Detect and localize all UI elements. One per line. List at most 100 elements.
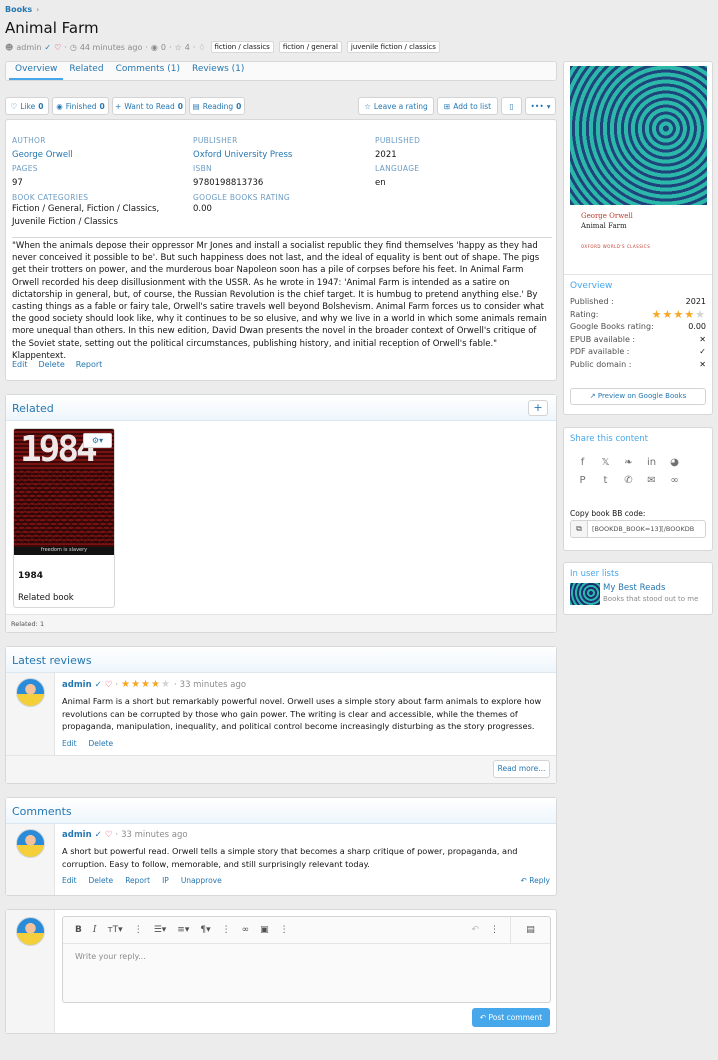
comment-unapprove-link[interactable]: Unapprove xyxy=(181,876,222,885)
list-icon[interactable]: ☰▾ xyxy=(154,925,167,935)
tag-fiction-classics[interactable]: fiction / classics xyxy=(210,41,274,53)
reply-icon: ↶ xyxy=(520,876,527,885)
tab-related[interactable]: Related xyxy=(63,64,109,80)
comment-report-link[interactable]: Report xyxy=(125,876,150,885)
gear-icon[interactable]: ⚙▾ xyxy=(83,433,112,448)
review-delete-link[interactable]: Delete xyxy=(89,739,114,748)
publisher-link[interactable]: Oxford University Press xyxy=(193,150,292,160)
facebook-icon[interactable]: f xyxy=(575,457,590,468)
related-book-title[interactable]: 1984 xyxy=(18,571,43,581)
related-book-card[interactable]: 1984 freedom is slavery ⚙▾ 1984 Related … xyxy=(13,428,115,608)
list-thumbnail[interactable] xyxy=(570,583,600,605)
text-size-icon[interactable]: тT▾ xyxy=(107,925,122,935)
reddit-icon[interactable]: ◕ xyxy=(667,457,682,468)
list-description: Books that stood out to me xyxy=(603,595,699,603)
epub-cross-icon: ✕ xyxy=(699,334,706,344)
preview-google-books-button[interactable]: ↗ Preview on Google Books xyxy=(570,388,706,405)
report-link[interactable]: Report xyxy=(76,360,103,369)
want-to-read-button[interactable]: + Want to Read 0 xyxy=(112,97,186,115)
comment-edit-link[interactable]: Edit xyxy=(62,876,77,885)
avatar[interactable] xyxy=(16,678,45,707)
delete-link[interactable]: Delete xyxy=(39,360,65,369)
star-empty-icon: ★ xyxy=(695,307,706,321)
bold-icon[interactable]: B xyxy=(75,925,82,935)
action-bar: ♡ Like 0 ◉ Finished 0 + Want to Read 0 ▤ Readin… xyxy=(5,97,557,115)
whatsapp-icon[interactable]: ✆ xyxy=(621,475,636,486)
tab-reviews[interactable]: Reviews (1) xyxy=(186,64,250,80)
breadcrumb[interactable]: Books › xyxy=(5,5,39,14)
edit-link[interactable]: Edit xyxy=(12,360,28,369)
more-vertical-icon[interactable]: ⋮ xyxy=(280,925,289,935)
google-rating-value: 0.00 xyxy=(688,322,706,331)
pdf-label: PDF available : xyxy=(570,347,630,356)
add-related-button[interactable]: + xyxy=(528,400,548,416)
author-link[interactable]: George Orwell xyxy=(12,150,73,160)
undo-icon[interactable]: ↶ xyxy=(471,925,479,935)
email-icon[interactable]: ✉ xyxy=(644,475,659,486)
leave-rating-button[interactable]: ☆ Leave a rating xyxy=(358,97,434,115)
star-icon: ☆ xyxy=(364,101,371,111)
avatar[interactable] xyxy=(16,829,45,858)
x-icon[interactable]: 𝕏 xyxy=(598,457,613,468)
read-more-button[interactable]: Read more... xyxy=(493,760,550,778)
author-link[interactable]: admin xyxy=(16,43,41,52)
add-list-icon: ⊞ xyxy=(443,101,451,111)
avatar[interactable] xyxy=(16,917,45,946)
related-book-subtitle: Related book xyxy=(18,593,74,603)
bookmark-button[interactable]: ▯ xyxy=(501,97,522,115)
tumblr-icon[interactable]: t xyxy=(598,475,613,486)
more-vertical-icon[interactable]: ⋮ xyxy=(490,925,499,935)
tag-fiction-general[interactable]: fiction / general xyxy=(278,41,342,53)
eye-icon: ◉ xyxy=(150,42,158,52)
tag-juvenile-fiction[interactable]: juvenile fiction / classics xyxy=(346,41,440,53)
bbcode-value[interactable]: [BOOKDB_BOOK=13][/BOOKDB xyxy=(588,521,694,537)
verified-icon: ✓ xyxy=(94,679,102,690)
cover-author: George Orwell xyxy=(581,212,633,220)
image-icon[interactable]: ▣ xyxy=(260,925,269,935)
thread-meta: ☻ admin ✓ ♡ · ◷ 44 minutes ago · ◉ 0 · ☆… xyxy=(5,41,440,53)
copy-bbcode-label: Copy book BB code: xyxy=(570,509,646,518)
comment-delete-link[interactable]: Delete xyxy=(89,876,114,885)
italic-icon[interactable]: I xyxy=(93,925,97,935)
more-options-button[interactable]: ••• ▾ xyxy=(525,97,556,115)
finished-button[interactable]: ◉ Finished 0 xyxy=(52,97,109,115)
related-count: Related: 1 xyxy=(6,614,556,632)
language-value: en xyxy=(375,178,386,188)
like-button[interactable]: ♡ Like 0 xyxy=(5,97,49,115)
tab-comments[interactable]: Comments (1) xyxy=(110,64,186,80)
google-rating-label: Google Books rating xyxy=(193,193,290,202)
review-edit-link[interactable]: Edit xyxy=(62,739,77,748)
user-icon: ☻ xyxy=(5,42,14,52)
cover-art xyxy=(570,66,707,205)
star-filled-icon: ★ xyxy=(673,307,685,321)
add-to-list-button[interactable]: ⊞ Add to list xyxy=(437,97,498,115)
post-comment-button[interactable]: ↶ Post comment xyxy=(472,1008,550,1027)
comment-author[interactable]: admin xyxy=(62,830,92,840)
reply-editor[interactable]: B I тT▾ ⋮ ☰▾ ≡▾ ¶▾ ⋮ ∞ ▣ ⋮ ↶ ⋮ ▤ Write y… xyxy=(62,916,551,1003)
link-icon[interactable]: ∞ xyxy=(667,475,682,486)
copy-icon[interactable]: ⧉ xyxy=(571,521,588,537)
review-author[interactable]: admin xyxy=(62,680,92,690)
reply-link[interactable]: ↶ Reply xyxy=(521,876,550,885)
cover-title: Animal Farm xyxy=(581,222,627,230)
preview-icon[interactable]: ▤ xyxy=(510,917,550,943)
more-vertical-icon[interactable]: ⋮ xyxy=(222,925,231,935)
bbcode-field[interactable]: ⧉ [BOOKDB_BOOK=13][/BOOKDB xyxy=(570,520,706,538)
align-icon[interactable]: ≡▾ xyxy=(177,925,189,935)
book-cover[interactable]: George Orwell Animal Farm OXFORD WORLD'S… xyxy=(570,66,707,270)
plus-icon: + xyxy=(115,101,122,111)
bluesky-icon[interactable]: ❧ xyxy=(621,457,636,468)
book-cover[interactable]: 1984 freedom is slavery ⚙▾ xyxy=(14,429,114,555)
paragraph-icon[interactable]: ¶▾ xyxy=(200,925,210,935)
pinterest-icon[interactable]: P xyxy=(575,475,590,486)
comment-ip-link[interactable]: IP xyxy=(162,876,169,885)
book-details: Author George Orwell Publisher Oxford Univ… xyxy=(5,119,557,381)
tab-overview[interactable]: Overview xyxy=(9,64,64,80)
link-icon[interactable]: ∞ xyxy=(242,925,250,935)
reading-button[interactable]: ▤ Reading 0 xyxy=(189,97,245,115)
list-name-link[interactable]: My Best Reads xyxy=(603,583,665,593)
categories-label: Book categories xyxy=(12,193,89,202)
breadcrumb-books[interactable]: Books xyxy=(5,5,32,14)
more-vertical-icon[interactable]: ⋮ xyxy=(134,925,143,935)
linkedin-icon[interactable]: in xyxy=(644,457,659,468)
